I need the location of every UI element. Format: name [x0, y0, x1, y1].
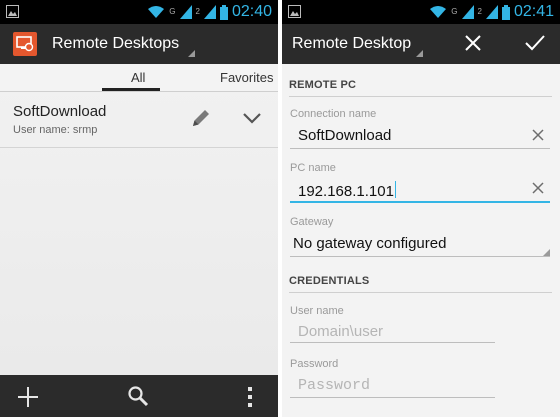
wifi-icon: [430, 6, 447, 18]
user-name-underline: [290, 342, 495, 343]
password-label: Password: [290, 358, 339, 370]
text-cursor: [394, 181, 396, 198]
sim-slot-label: 2: [477, 7, 482, 16]
battery-icon: [219, 4, 228, 20]
section-divider: [289, 96, 552, 97]
tab-bar: All Favorites: [0, 64, 278, 92]
signal-icon-2: [485, 5, 498, 19]
user-name-input[interactable]: Domain\user: [298, 323, 383, 340]
gateway-label: Gateway: [290, 216, 334, 228]
network-type-label: G: [451, 7, 458, 16]
bottom-action-bar: [0, 375, 278, 417]
remote-desktops-screen: G 2 02:40 Remote Desktops All Favorites …: [0, 0, 278, 417]
clock: 02:40: [231, 3, 272, 20]
user-name-label: User name: [290, 305, 344, 317]
clear-connection-name-icon[interactable]: [531, 128, 545, 142]
pc-name-label: PC name: [290, 162, 336, 174]
section-divider: [289, 292, 552, 293]
status-bar: G 2 02:41: [282, 0, 560, 24]
wifi-icon: [148, 6, 165, 18]
plus-icon[interactable]: [17, 386, 39, 408]
network-type-label: G: [169, 7, 176, 16]
pencil-icon[interactable]: [189, 106, 213, 130]
status-bar: G 2 02:40: [0, 0, 278, 24]
spinner-arrow-icon: [188, 50, 195, 57]
tab-favorites[interactable]: Favorites: [220, 70, 273, 85]
battery-icon: [501, 4, 510, 20]
action-bar: Remote Desktops: [0, 24, 278, 64]
gateway-dropdown-arrow-icon: [543, 249, 550, 256]
clear-pc-name-icon[interactable]: [531, 181, 545, 195]
connection-name-underline: [290, 148, 550, 149]
tab-all[interactable]: All: [131, 70, 145, 85]
section-header-credentials: CREDENTIALS: [289, 275, 370, 287]
edit-remote-desktop-screen: G 2 02:41 Remote Desktop REMOTE PC Conne…: [282, 0, 560, 417]
search-icon[interactable]: [127, 385, 149, 407]
overflow-menu-icon[interactable]: [247, 386, 253, 408]
sim-slot-label: 2: [195, 7, 200, 16]
gateway-select[interactable]: No gateway configured: [293, 235, 446, 252]
chevron-down-icon[interactable]: [242, 112, 262, 124]
signal-icon-1: [179, 5, 192, 19]
clock: 02:41: [513, 3, 554, 20]
pc-name-input[interactable]: 192.168.1.101: [298, 181, 396, 200]
signal-icon-1: [461, 5, 474, 19]
pc-name-value: 192.168.1.101: [298, 183, 394, 200]
signal-icon-2: [203, 5, 216, 19]
desktop-list-item[interactable]: SoftDownload User name: srmp: [0, 92, 278, 148]
password-underline: [290, 397, 495, 398]
close-icon[interactable]: [463, 33, 483, 53]
connection-name-input[interactable]: SoftDownload: [298, 127, 391, 144]
desktop-name: SoftDownload: [13, 103, 107, 120]
gallery-notification-icon: [6, 5, 19, 18]
pc-name-underline-focused: [290, 201, 550, 203]
remote-desktop-app-icon[interactable]: [13, 32, 37, 56]
selected-tab-indicator: [102, 88, 160, 91]
checkmark-icon[interactable]: [524, 33, 546, 53]
action-bar: Remote Desktop: [282, 24, 560, 64]
gateway-underline: [290, 256, 550, 257]
connection-name-label: Connection name: [290, 108, 377, 120]
screen-title-spinner[interactable]: Remote Desktop: [292, 35, 411, 53]
spinner-arrow-icon: [416, 50, 423, 57]
desktop-username: User name: srmp: [13, 124, 98, 136]
password-input[interactable]: Password: [298, 377, 370, 394]
section-header-remote-pc: REMOTE PC: [289, 79, 357, 91]
screen-title-spinner[interactable]: Remote Desktops: [52, 35, 179, 53]
gallery-notification-icon: [288, 5, 301, 18]
